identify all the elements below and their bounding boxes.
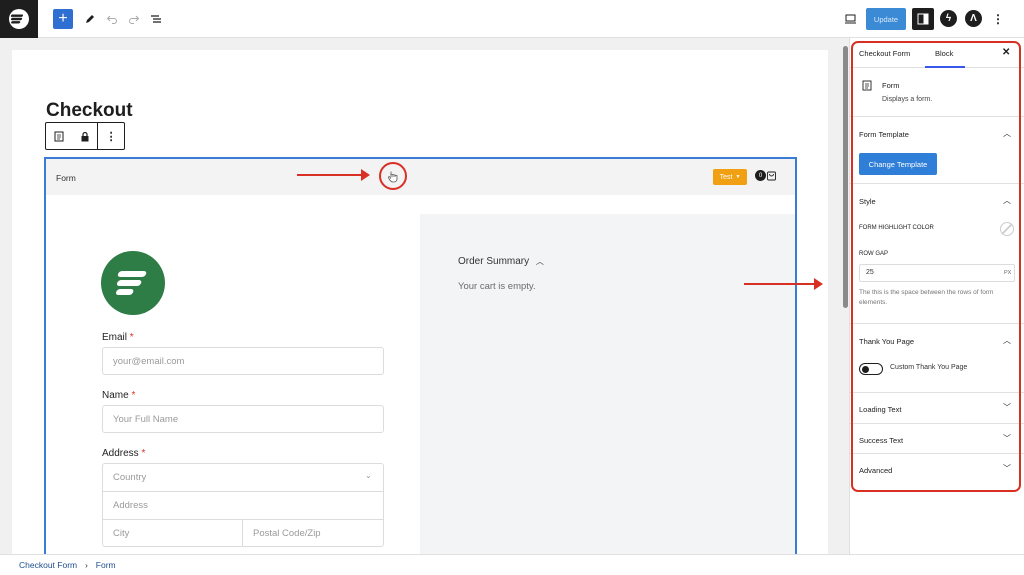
- app-logo[interactable]: [0, 0, 38, 38]
- form-block-header: Form Test ▼ 0: [46, 159, 795, 195]
- bolt-icon: ϟ: [945, 13, 952, 24]
- breadcrumb: Checkout Form › Form: [0, 554, 1024, 575]
- email-input[interactable]: your@email.com: [102, 347, 384, 375]
- hand-cursor-icon: [388, 171, 398, 182]
- undo-icon: [106, 15, 117, 24]
- logo-icon: [9, 9, 29, 29]
- document-overview-button[interactable]: [146, 9, 166, 29]
- list-view-icon: [151, 15, 161, 23]
- store-logo: [101, 251, 165, 315]
- postal-code-input[interactable]: Postal Code/Zip: [243, 520, 383, 547]
- cart-indicator[interactable]: 0: [755, 170, 777, 181]
- form-block[interactable]: Form Test ▼ 0 Email * your@email.com Nam…: [44, 157, 797, 559]
- cart-count-badge: 0: [755, 170, 766, 181]
- lock-button[interactable]: [72, 123, 98, 149]
- sidebar-icon: [917, 13, 929, 25]
- email-label: Email *: [102, 332, 134, 343]
- plugin-astra-button[interactable]: Λ: [965, 10, 982, 27]
- sidebar-highlight-annotation: [851, 41, 1021, 492]
- breadcrumb-item-checkout-form[interactable]: Checkout Form: [19, 560, 77, 570]
- astra-icon: Λ: [970, 13, 977, 24]
- form-block-label: Form: [56, 173, 76, 183]
- more-vertical-icon: ⋮: [105, 130, 117, 143]
- city-input[interactable]: City: [103, 520, 243, 547]
- cursor-highlight-annotation: [379, 162, 407, 190]
- name-label: Name *: [102, 390, 136, 401]
- undo-button[interactable]: [102, 9, 122, 29]
- order-summary-column: Order Summary ︿ Your cart is empty.: [420, 214, 795, 559]
- page-title[interactable]: Checkout: [46, 100, 133, 122]
- block-options-button[interactable]: ⋮: [98, 123, 124, 149]
- desktop-icon: [844, 14, 856, 24]
- update-button[interactable]: Update: [866, 8, 906, 30]
- block-toolbar: ⋮: [45, 122, 125, 150]
- canvas-scrollbar-thumb[interactable]: [843, 46, 848, 308]
- add-block-button[interactable]: +: [53, 9, 73, 29]
- chevron-up-icon: ︿: [535, 257, 544, 266]
- plugin-bolt-button[interactable]: ϟ: [940, 10, 957, 27]
- test-mode-button[interactable]: Test ▼: [713, 169, 747, 185]
- options-button[interactable]: ⋮: [988, 9, 1008, 29]
- logo-icon: [116, 271, 147, 295]
- form-block-icon: [54, 131, 64, 141]
- pencil-icon: [86, 15, 94, 23]
- chevron-down-icon: ▼: [735, 174, 741, 180]
- plus-icon: +: [58, 10, 68, 27]
- chevron-right-icon: ›: [85, 560, 88, 570]
- cart-icon: [767, 171, 776, 181]
- address-group: Country ⌄ Address City Postal Code/Zip: [102, 463, 384, 547]
- settings-panel-toggle[interactable]: [912, 8, 934, 30]
- preview-button[interactable]: [840, 9, 860, 29]
- editor-top-bar: + Update ϟ Λ ⋮: [0, 0, 1024, 38]
- checkout-fields-column: Email * your@email.com Name * Your Full …: [46, 195, 420, 559]
- lock-icon: [81, 131, 88, 141]
- breadcrumb-item-form[interactable]: Form: [96, 560, 116, 570]
- redo-icon: [129, 15, 140, 24]
- test-mode-label: Test: [719, 173, 733, 181]
- tools-button[interactable]: [80, 9, 100, 29]
- block-type-button[interactable]: [46, 123, 72, 149]
- name-input[interactable]: Your Full Name: [102, 405, 384, 433]
- more-vertical-icon: ⋮: [992, 12, 1004, 26]
- redo-button[interactable]: [124, 9, 144, 29]
- cart-empty-text: Your cart is empty.: [458, 281, 536, 292]
- address-input[interactable]: Address: [103, 492, 383, 520]
- annotation-arrow-form: [297, 169, 370, 181]
- chevron-down-icon: ⌄: [365, 471, 372, 480]
- order-summary-toggle[interactable]: Order Summary ︿: [458, 256, 544, 267]
- annotation-arrow-sidebar: [744, 278, 823, 290]
- address-label: Address *: [102, 448, 146, 459]
- country-select[interactable]: Country ⌄: [103, 464, 383, 492]
